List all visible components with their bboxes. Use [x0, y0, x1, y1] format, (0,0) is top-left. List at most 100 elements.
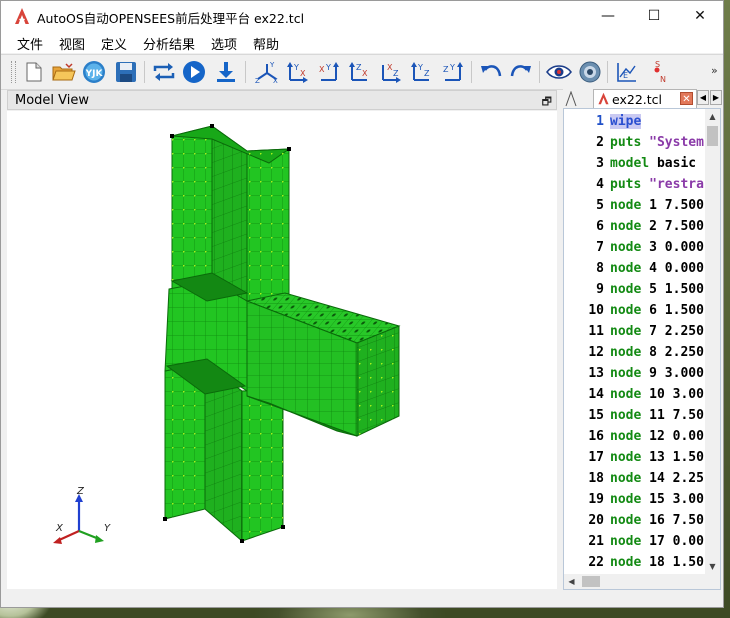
axis-label-z: Z — [76, 486, 85, 497]
svg-text:X: X — [319, 65, 325, 74]
code-line[interactable]: 20 node 16 7.50 — [564, 510, 706, 531]
code-line[interactable]: 1 wipe — [564, 111, 706, 132]
code-line[interactable]: 14 node 10 3.00 — [564, 384, 706, 405]
edit-chart-icon[interactable]: E — [613, 60, 639, 84]
code-line[interactable]: 6 node 2 7.500 — [564, 216, 706, 237]
model-3d-canvas[interactable]: Z X Y — [7, 111, 557, 589]
code-line[interactable]: 21 node 17 0.00 — [564, 531, 706, 552]
code-keyword: node — [610, 324, 642, 339]
tab-ex22[interactable]: ex22.tcl ✕ — [593, 89, 697, 108]
save-icon[interactable] — [113, 60, 139, 84]
code-line[interactable]: 15 node 11 7.50 — [564, 405, 706, 426]
code-line[interactable]: 2 puts "System — [564, 132, 706, 153]
view-zx-icon[interactable]: XZ — [378, 60, 404, 84]
scroll-up-icon[interactable]: ▲ — [705, 109, 720, 124]
menu-file[interactable]: 文件 — [17, 34, 43, 53]
svg-text:X: X — [362, 69, 368, 78]
menu-define[interactable]: 定义 — [101, 34, 127, 53]
code-text: node 17 0.00 — [610, 531, 704, 552]
view-yz-icon[interactable]: YZ — [409, 60, 435, 84]
eye-icon[interactable] — [546, 60, 572, 84]
toolbar-separator — [607, 61, 608, 83]
code-rest: 18 1.50 — [641, 555, 704, 570]
close-button[interactable]: ✕ — [677, 1, 723, 31]
code-line[interactable]: 17 node 13 1.50 — [564, 447, 706, 468]
redo-icon[interactable] — [508, 60, 534, 84]
tab-nav-right-icon[interactable]: ▶ — [710, 90, 722, 105]
view-zy-icon[interactable]: ZY — [440, 60, 466, 84]
code-rest: 10 3.00 — [641, 387, 704, 402]
vertical-scrollbar[interactable]: ▲ ▼ — [705, 109, 720, 575]
code-text: puts "System — [610, 132, 704, 153]
open-folder-icon[interactable] — [51, 60, 77, 84]
code-text: node 10 3.00 — [610, 384, 704, 405]
tab-nav-left-icon[interactable]: ◀ — [697, 90, 709, 105]
code-keyword: node — [610, 450, 642, 465]
menu-view[interactable]: 视图 — [59, 34, 85, 53]
view-3d-icon[interactable]: Y Z X — [254, 60, 280, 84]
toolbar-separator — [471, 61, 472, 83]
app-window: AutoOS自动OPENSEES前后处理平台 ex22.tcl — ☐ ✕ 文件… — [0, 0, 724, 608]
horizontal-scrollbar[interactable]: ◀ — [564, 574, 720, 589]
toolbar-grip[interactable] — [11, 61, 16, 83]
menu-bar: 文件 视图 定义 分析结果 选项 帮助 — [1, 31, 723, 53]
tab-scroll-first-icon[interactable] — [565, 91, 589, 107]
code-keyword: node — [610, 492, 642, 507]
code-line[interactable]: 7 node 3 0.000 — [564, 237, 706, 258]
code-line[interactable]: 3 model basic — [564, 153, 706, 174]
undo-icon[interactable] — [478, 60, 504, 84]
code-line[interactable]: 16 node 12 0.00 — [564, 426, 706, 447]
download-icon[interactable] — [213, 60, 239, 84]
code-editor[interactable]: 1 wipe 2 puts "System 3 model basic 4 puts "res… — [563, 108, 721, 590]
code-text: node 13 1.50 — [610, 447, 704, 468]
view-xy-icon[interactable]: YX — [285, 60, 311, 84]
model-viewport[interactable]: Z X Y — [7, 111, 557, 589]
run-icon[interactable] — [181, 60, 207, 84]
code-line[interactable]: 22 node 18 1.50 — [564, 552, 706, 573]
code-line[interactable]: 11 node 7 2.250 — [564, 321, 706, 342]
scroll-thumb[interactable] — [707, 126, 718, 146]
toolbar-separator — [539, 61, 540, 83]
code-keyword: wipe — [610, 114, 642, 129]
tab-label: ex22.tcl — [612, 92, 662, 107]
minimize-button[interactable]: — — [585, 1, 631, 31]
tab-close-icon[interactable]: ✕ — [680, 92, 693, 105]
code-line[interactable]: 12 node 8 2.250 — [564, 342, 706, 363]
menu-help[interactable]: 帮助 — [253, 34, 279, 53]
svg-text:N: N — [660, 75, 666, 84]
toolbar-overflow-button[interactable]: » — [711, 64, 718, 77]
upper-column[interactable] — [171, 125, 291, 304]
code-rest: 8 2.250 — [641, 345, 704, 360]
new-file-icon[interactable] — [21, 60, 47, 84]
code-line[interactable]: 13 node 9 3.000 — [564, 363, 706, 384]
yjk-import-icon[interactable]: YJK — [81, 60, 107, 84]
line-number: 17 — [588, 450, 604, 465]
tcl-file-icon — [598, 92, 609, 105]
code-text: node 15 3.00 — [610, 489, 704, 510]
code-line[interactable]: 5 node 1 7.500 — [564, 195, 706, 216]
code-rest: basic — [649, 156, 697, 171]
code-keyword: node — [610, 345, 642, 360]
code-line[interactable]: 18 node 14 2.25 — [564, 468, 706, 489]
refresh-icon[interactable] — [151, 60, 177, 84]
code-line[interactable]: 9 node 5 1.500 — [564, 279, 706, 300]
code-line[interactable]: 4 puts "restra — [564, 174, 706, 195]
line-number: 18 — [588, 471, 604, 486]
view-yx-icon[interactable]: XY — [316, 60, 342, 84]
menu-analysis-results[interactable]: 分析结果 — [143, 34, 195, 53]
code-keyword: node — [610, 471, 642, 486]
restore-panel-icon[interactable]: 🗗 — [542, 93, 552, 112]
camera-icon[interactable] — [577, 60, 603, 84]
section-sn-icon[interactable]: SN — [647, 60, 673, 84]
code-keyword: puts — [610, 177, 642, 192]
hscroll-thumb[interactable] — [582, 576, 600, 587]
view-xz-icon[interactable]: ZX — [347, 60, 373, 84]
code-line[interactable]: 8 node 4 0.000 — [564, 258, 706, 279]
menu-options[interactable]: 选项 — [211, 34, 237, 53]
maximize-button[interactable]: ☐ — [631, 1, 677, 31]
code-line[interactable]: 10 node 6 1.500 — [564, 300, 706, 321]
scroll-left-icon[interactable]: ◀ — [564, 574, 579, 589]
code-line[interactable]: 19 node 15 3.00 — [564, 489, 706, 510]
scroll-down-icon[interactable]: ▼ — [705, 559, 720, 574]
code-text: node 12 0.00 — [610, 426, 704, 447]
